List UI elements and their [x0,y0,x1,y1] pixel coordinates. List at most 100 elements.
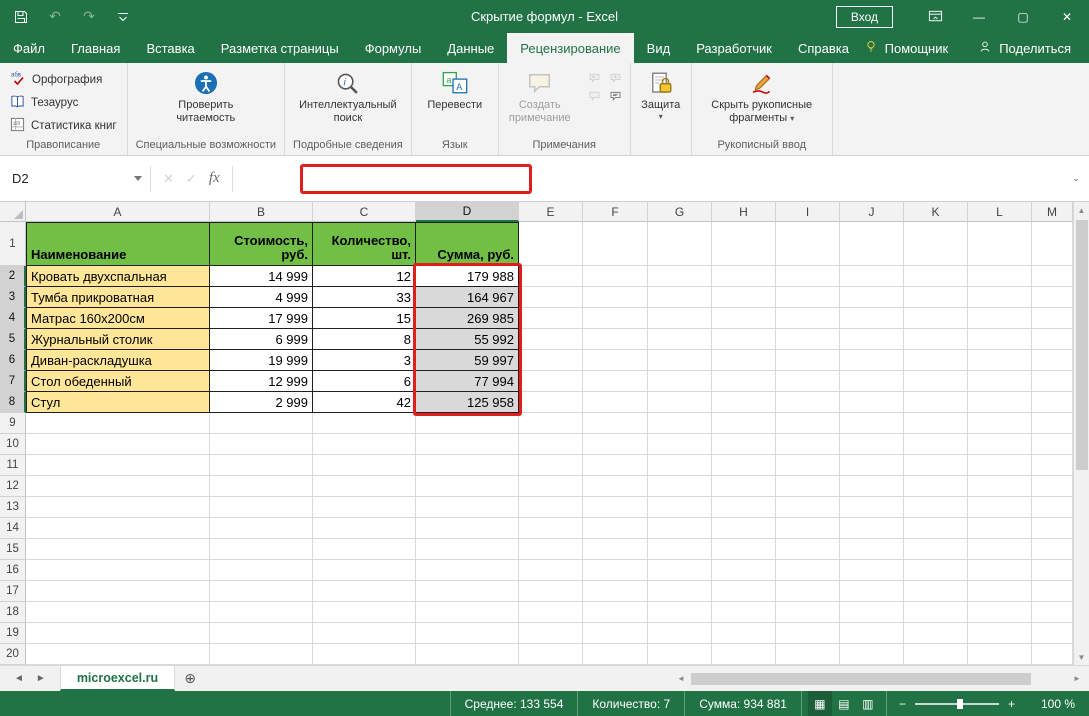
column-header-G[interactable]: G [648,202,712,222]
cell-H14[interactable] [712,518,776,539]
cell-D12[interactable] [416,476,519,497]
customize-qat-icon[interactable] [114,8,132,26]
cell-D9[interactable] [416,413,519,434]
cell-D4[interactable]: 269 985 [416,308,519,329]
cell-D13[interactable] [416,497,519,518]
cell-H8[interactable] [712,392,776,413]
new-sheet-icon[interactable]: ⊕ [175,666,205,691]
cell-A15[interactable] [26,539,210,560]
cell-B2[interactable]: 14 999 [210,266,313,287]
cell-B13[interactable] [210,497,313,518]
cell-L19[interactable] [968,623,1032,644]
cell-J4[interactable] [840,308,904,329]
cell-F19[interactable] [583,623,648,644]
cell-I19[interactable] [776,623,840,644]
cell-A13[interactable] [26,497,210,518]
cell-L13[interactable] [968,497,1032,518]
page-layout-view-button[interactable]: ▤ [832,691,856,716]
cell-J13[interactable] [840,497,904,518]
cell-C13[interactable] [313,497,416,518]
cell-M15[interactable] [1032,539,1073,560]
cell-M16[interactable] [1032,560,1073,581]
ribbon-display-options-icon[interactable] [913,0,957,33]
cell-I18[interactable] [776,602,840,623]
cell-J19[interactable] [840,623,904,644]
cell-K4[interactable] [904,308,968,329]
cell-A19[interactable] [26,623,210,644]
cell-C20[interactable] [313,644,416,665]
row-header-9[interactable]: 9 [0,413,26,434]
zoom-out-button[interactable]: − [899,697,906,711]
cell-C7[interactable]: 6 [313,371,416,392]
cell-L17[interactable] [968,581,1032,602]
cell-F4[interactable] [583,308,648,329]
cell-A7[interactable]: Стол обеденный [26,371,210,392]
cell-D5[interactable]: 55 992 [416,329,519,350]
cell-I17[interactable] [776,581,840,602]
row-header-16[interactable]: 16 [0,560,26,581]
cell-J11[interactable] [840,455,904,476]
cell-H20[interactable] [712,644,776,665]
cell-A4[interactable]: Матрас 160х200см [26,308,210,329]
cell-M17[interactable] [1032,581,1073,602]
cell-E11[interactable] [519,455,583,476]
redo-icon[interactable]: ↷ [80,8,98,26]
cell-A6[interactable]: Диван-раскладушка [26,350,210,371]
cell-J1[interactable] [840,222,904,266]
cell-C6[interactable]: 3 [313,350,416,371]
cell-G7[interactable] [648,371,712,392]
cell-B1[interactable]: Стоимость, руб. [210,222,313,266]
cell-K18[interactable] [904,602,968,623]
cell-B9[interactable] [210,413,313,434]
cell-D1[interactable]: Сумма, руб. [416,222,519,266]
cell-I12[interactable] [776,476,840,497]
close-button[interactable]: ✕ [1045,0,1089,33]
next-sheet-icon[interactable]: ► [36,673,46,684]
row-header-13[interactable]: 13 [0,497,26,518]
cell-M4[interactable] [1032,308,1073,329]
cell-J3[interactable] [840,287,904,308]
cell-F3[interactable] [583,287,648,308]
cell-B14[interactable] [210,518,313,539]
cell-I5[interactable] [776,329,840,350]
cell-B3[interactable]: 4 999 [210,287,313,308]
cell-M20[interactable] [1032,644,1073,665]
cell-I6[interactable] [776,350,840,371]
horizontal-scrollbar[interactable]: ◄ ► [669,666,1089,691]
cell-B15[interactable] [210,539,313,560]
scroll-down-icon[interactable]: ▼ [1074,649,1089,665]
cell-E14[interactable] [519,518,583,539]
horizontal-scroll-thumb[interactable] [691,673,1031,685]
cell-J17[interactable] [840,581,904,602]
cell-G16[interactable] [648,560,712,581]
cell-E16[interactable] [519,560,583,581]
cell-A14[interactable] [26,518,210,539]
cell-H10[interactable] [712,434,776,455]
share-button[interactable]: Поделиться [978,40,1071,57]
cell-C5[interactable]: 8 [313,329,416,350]
cell-M5[interactable] [1032,329,1073,350]
cell-G1[interactable] [648,222,712,266]
show-all-comments-icon[interactable] [608,89,624,103]
cell-M8[interactable] [1032,392,1073,413]
ribbon-tab-справка[interactable]: Справка [785,33,862,63]
cell-H7[interactable] [712,371,776,392]
column-header-I[interactable]: I [776,202,840,222]
cell-C18[interactable] [313,602,416,623]
cell-E8[interactable] [519,392,583,413]
ribbon-tab-формулы[interactable]: Формулы [352,33,435,63]
row-header-2[interactable]: 2 [0,266,26,287]
cell-E10[interactable] [519,434,583,455]
cell-A17[interactable] [26,581,210,602]
cell-M12[interactable] [1032,476,1073,497]
show-hide-comment-icon[interactable] [587,89,603,103]
cell-H5[interactable] [712,329,776,350]
cell-M18[interactable] [1032,602,1073,623]
sign-in-button[interactable]: Вход [836,6,893,28]
cell-B6[interactable]: 19 999 [210,350,313,371]
row-header-3[interactable]: 3 [0,287,26,308]
cell-J5[interactable] [840,329,904,350]
row-header-11[interactable]: 11 [0,455,26,476]
scroll-left-icon[interactable]: ◄ [673,674,689,683]
previous-sheet-icon[interactable]: ◄ [14,673,24,684]
